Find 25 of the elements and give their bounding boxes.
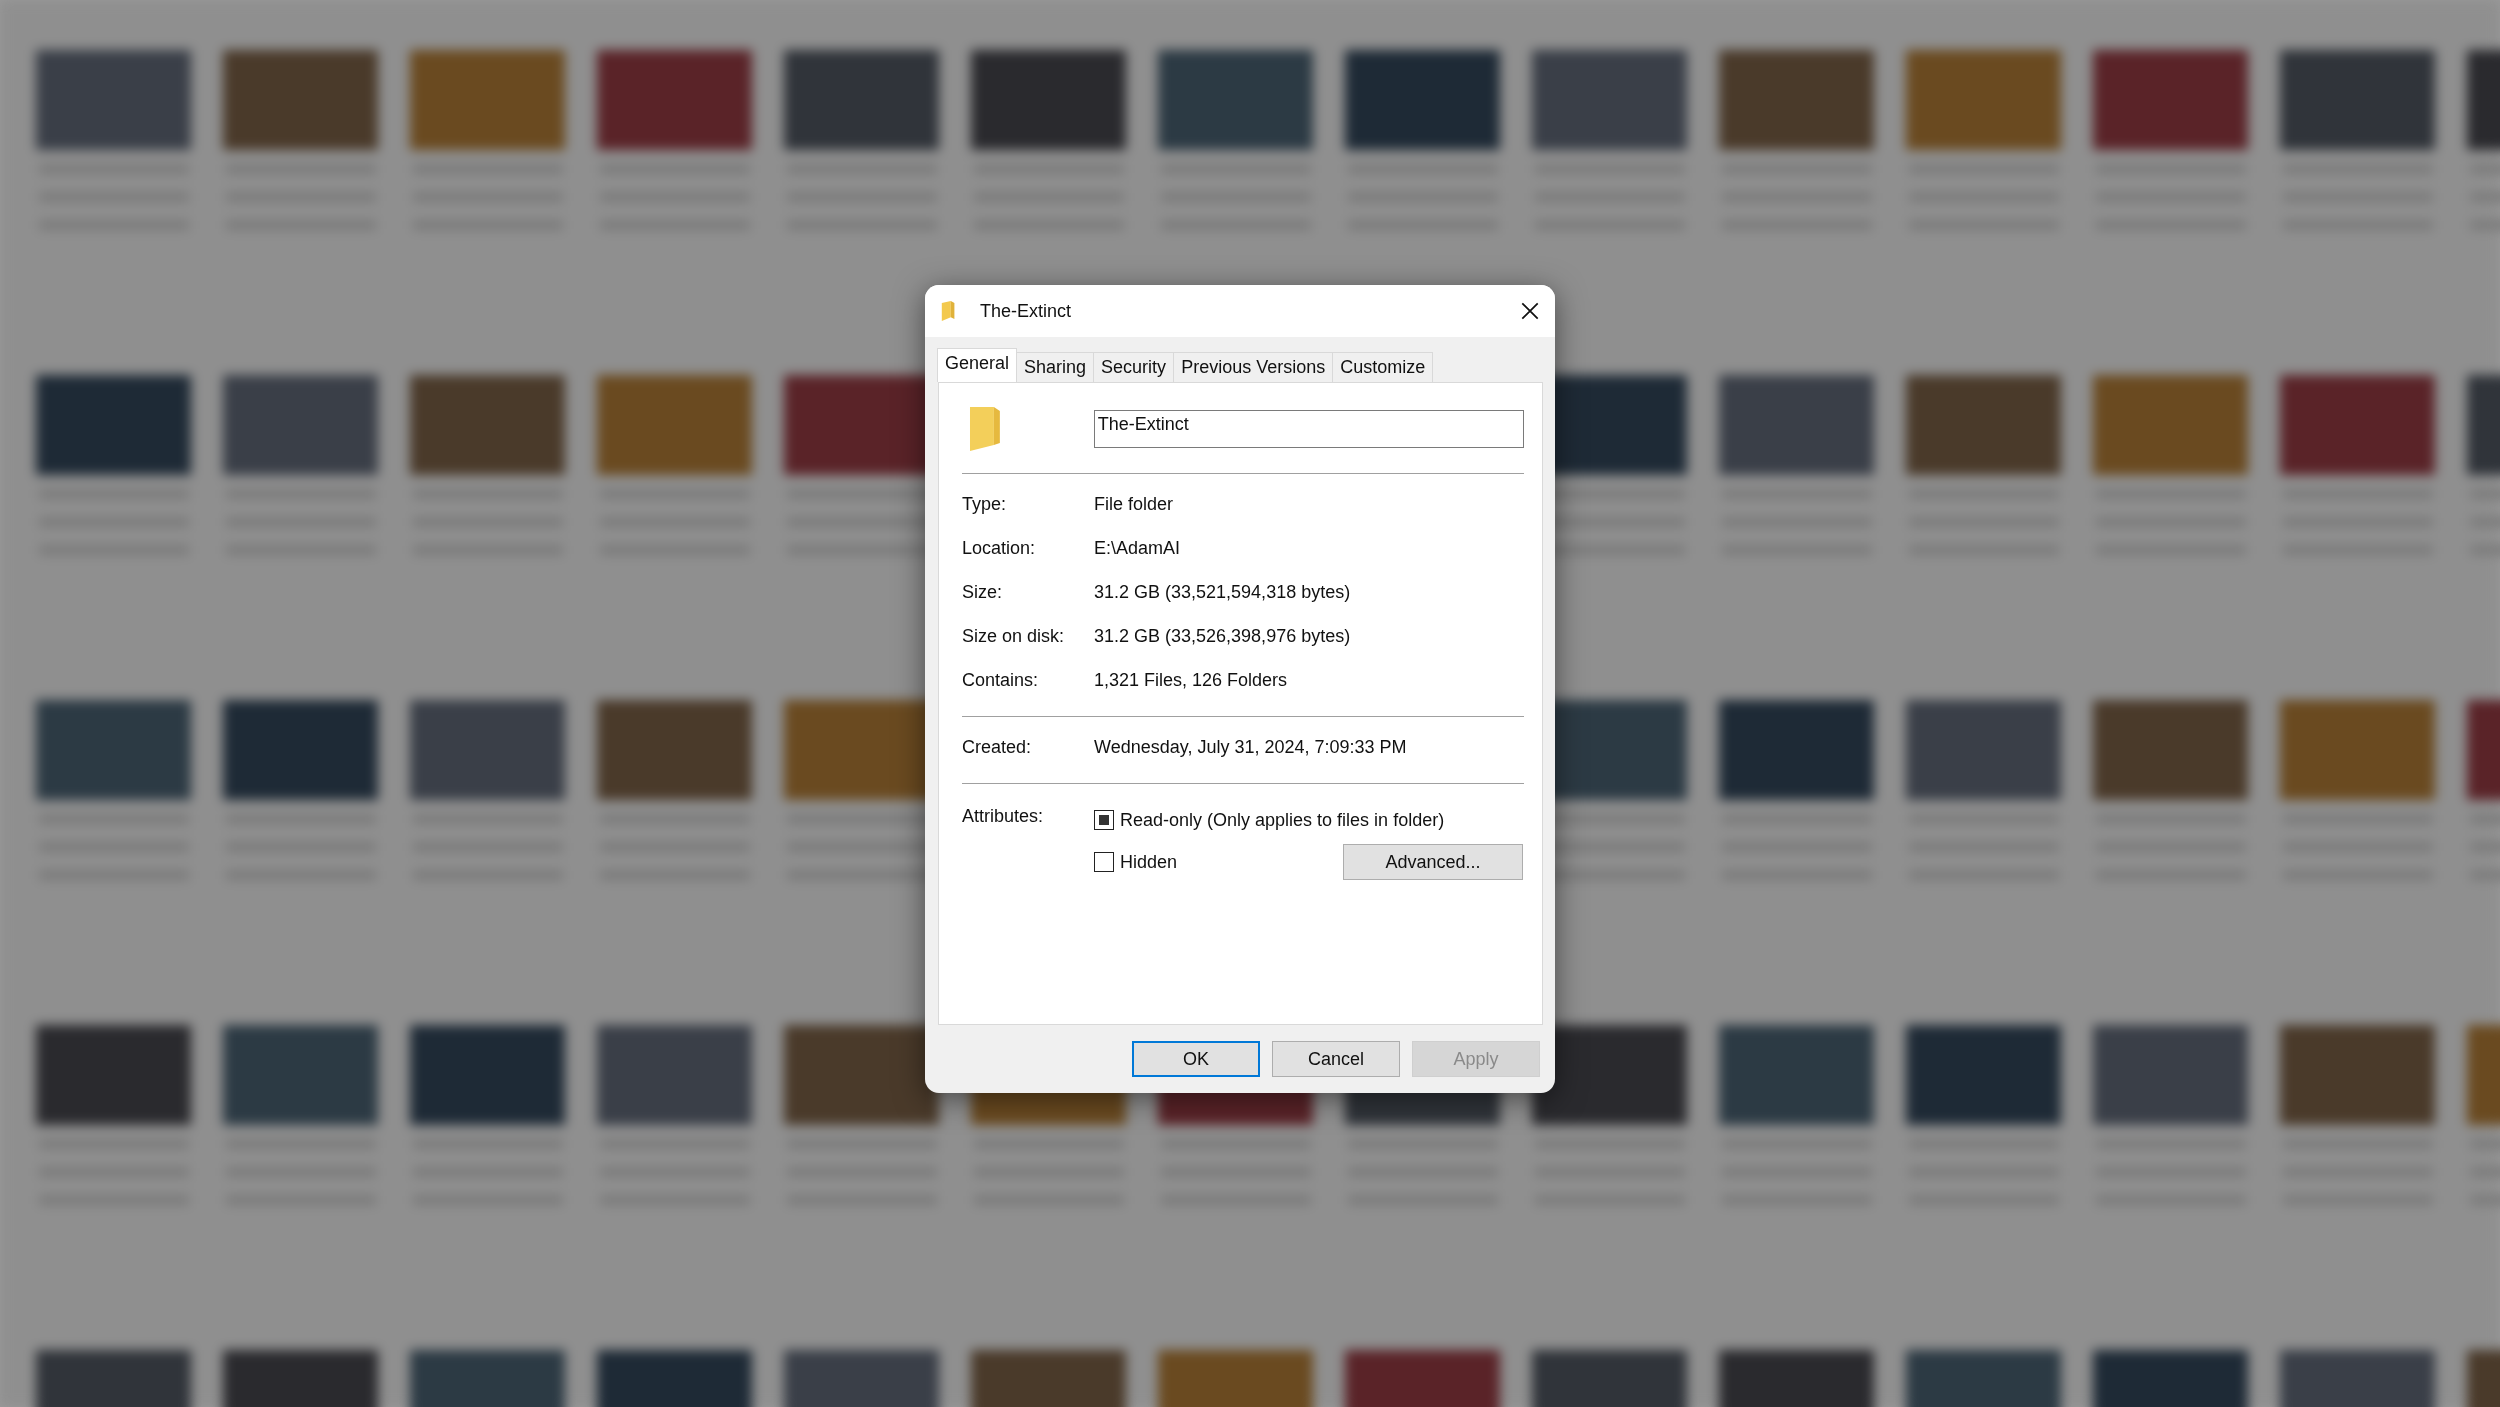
- close-icon[interactable]: [1519, 300, 1541, 322]
- field-value: 31.2 GB (33,526,398,976 bytes): [1094, 625, 1351, 647]
- name-field[interactable]: The-Extinct: [1093, 410, 1524, 448]
- tab[interactable]: Customize: [1332, 352, 1434, 382]
- field-value: 1,321 Files, 126 Folders: [1094, 669, 1288, 691]
- field-value: E:\AdamAI: [1094, 537, 1181, 559]
- field-label: Contains:: [962, 669, 1040, 691]
- field-label: Created:: [962, 736, 1033, 758]
- advanced-button[interactable]: Advanced...: [1343, 844, 1523, 880]
- field-value: File folder: [1094, 493, 1174, 515]
- window-title: The-Extinct: [980, 300, 1072, 322]
- checkbox-label[interactable]: Read-only (Only applies to files in folder): [1120, 809, 1445, 831]
- field-label: Location:: [962, 537, 1037, 559]
- field-label: Size:: [962, 581, 1004, 603]
- field-label: Size on disk:: [962, 625, 1066, 647]
- field-value: Wednesday, July 31, 2024, 7:09:33 PM: [1094, 736, 1407, 758]
- tab[interactable]: General: [937, 348, 1018, 382]
- field-value: 31.2 GB (33,521,594,318 bytes): [1094, 581, 1351, 603]
- dialog-button[interactable]: Cancel: [1272, 1041, 1400, 1077]
- field-label: Type:: [962, 493, 1008, 515]
- checkbox[interactable]: [1094, 852, 1114, 872]
- dialog-button[interactable]: OK: [1132, 1041, 1260, 1077]
- field-label: Attributes:: [962, 805, 1045, 827]
- checkbox[interactable]: [1094, 810, 1114, 830]
- checkbox-label[interactable]: Hidden: [1120, 851, 1178, 873]
